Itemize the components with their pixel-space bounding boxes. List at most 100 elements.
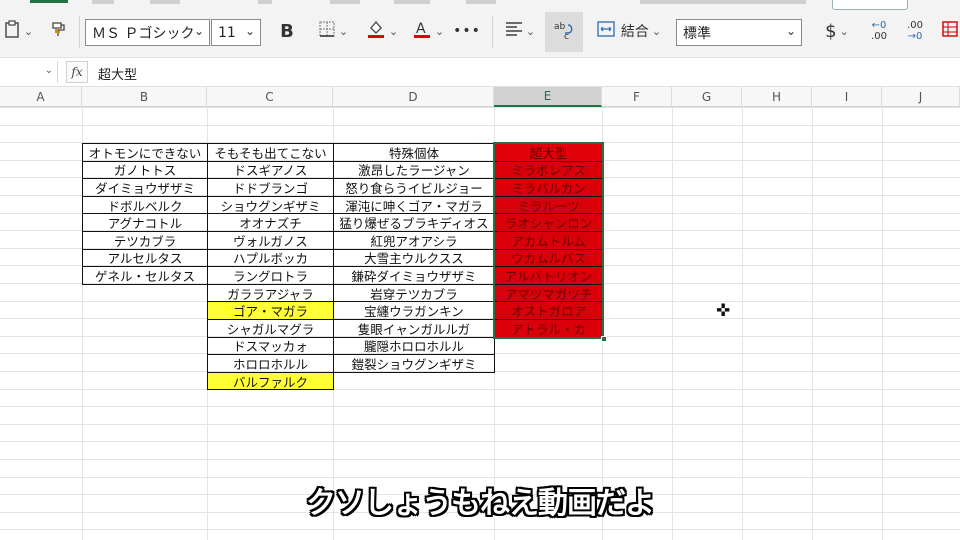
chevron-down-icon[interactable]: ⌄ <box>786 24 796 38</box>
table-cell[interactable]: ウカムルバス <box>494 248 603 268</box>
table-cell[interactable]: ドスギアノス <box>207 160 334 180</box>
column-header-a[interactable]: A <box>0 87 82 107</box>
chevron-down-icon[interactable]: ⌄ <box>840 25 849 38</box>
header-cell-d[interactable]: 特殊個体 <box>333 143 495 162</box>
table-cell[interactable]: 大雪主ウルクスス <box>333 248 495 268</box>
table-cell[interactable]: 激昂したラージャン <box>333 160 495 180</box>
borders-button[interactable]: ⌄ <box>312 14 354 48</box>
chevron-down-icon[interactable]: ⌄ <box>435 25 444 38</box>
table-cell[interactable]: ミラボレアス <box>494 160 603 180</box>
table-cell[interactable]: 鎧裂ショウグンギザミ <box>333 354 495 373</box>
fill-color-button[interactable]: ⌄ <box>362 14 402 48</box>
column-header-h[interactable]: H <box>742 87 812 107</box>
chevron-down-icon[interactable]: ⌄ <box>24 25 33 38</box>
table-cell[interactable]: アトラル・カ <box>494 319 603 338</box>
header-cell-b[interactable]: オトモンにできない <box>82 143 208 162</box>
table-cell[interactable]: ショウグンギザミ <box>207 195 334 215</box>
font-size-select[interactable]: 11 ⌄ <box>211 19 261 46</box>
top-green-button[interactable] <box>832 0 908 10</box>
paste-button[interactable]: ⌄ <box>0 14 38 48</box>
table-cell[interactable]: ドスマッカォ <box>207 336 334 356</box>
row-gridline <box>0 125 960 126</box>
wrap-text-icon: ab c <box>553 19 575 45</box>
table-cell[interactable]: アグナコトル <box>82 213 208 232</box>
currency-button[interactable]: $ ⌄ <box>816 14 858 48</box>
column-header-d[interactable]: D <box>333 87 494 107</box>
table-cell[interactable]: 岩穿テツカブラ <box>333 283 495 303</box>
table-cell[interactable]: ドボルベルク <box>82 195 208 215</box>
table-cell[interactable]: 宝纏ウラガンキン <box>333 301 495 320</box>
merge-button[interactable]: 結合 ⌄ <box>590 14 668 48</box>
table-cell[interactable]: ゴア・マガラ <box>207 301 334 320</box>
formula-input[interactable]: 超大型 <box>98 64 137 83</box>
table-cell[interactable]: 怒り食らうイビルジョー <box>333 178 495 197</box>
tab-ghost <box>150 0 180 4</box>
header-cell-c[interactable]: そもそも出てこない <box>207 143 334 162</box>
table-cell[interactable]: シャガルマグラ <box>207 319 334 338</box>
table-cell[interactable]: ドドブランゴ <box>207 178 334 197</box>
column-header-j[interactable]: J <box>882 87 960 107</box>
font-color-button[interactable]: A ⌄ <box>408 14 448 48</box>
font-name-select[interactable]: ＭＳ Ｐゴシック ⌄ <box>85 19 210 46</box>
table-cell[interactable]: ガノトトス <box>82 160 208 180</box>
column-header-f[interactable]: F <box>602 87 672 107</box>
merge-label: 結合 <box>620 24 649 40</box>
table-cell[interactable]: ガララアジャラ <box>207 283 334 303</box>
increase-decimal-button[interactable]: ←0 .00 <box>864 14 894 48</box>
table-cell[interactable]: バルファルク <box>207 371 334 391</box>
active-tab-indicator <box>30 0 68 3</box>
table-cell[interactable]: 猛り爆ぜるブラキディオス <box>333 213 495 232</box>
table-cell[interactable]: ヴォルガノス <box>207 231 334 250</box>
chevron-down-icon[interactable]: ⌄ <box>194 24 204 38</box>
increase-decimal-icon: ←0 <box>871 20 887 31</box>
wrap-text-button[interactable]: ab c <box>545 12 583 52</box>
table-cell[interactable]: 朧隠ホロロホルル <box>333 336 495 356</box>
chevron-down-icon[interactable]: ⌄ <box>339 25 348 38</box>
table-cell[interactable]: ダイミョウザザミ <box>82 178 208 197</box>
header-cell-e[interactable]: 超大型 <box>494 143 603 162</box>
currency-icon: $ <box>825 20 837 42</box>
tab-ghost <box>92 0 114 4</box>
table-cell[interactable]: オストガロア <box>494 301 603 320</box>
table-cell[interactable]: ハプルボッカ <box>207 248 334 268</box>
svg-text:ab: ab <box>554 22 566 32</box>
column-header-e[interactable]: E <box>494 87 602 107</box>
table-cell[interactable]: ホロロホルル <box>207 354 334 373</box>
table-cell[interactable]: ラオシャンロン <box>494 213 603 232</box>
table-cell[interactable]: オオナズチ <box>207 213 334 232</box>
column-header-i[interactable]: I <box>812 87 882 107</box>
decrease-decimal-button[interactable]: .00 →0 <box>900 14 930 48</box>
column-header-c[interactable]: C <box>207 87 333 107</box>
chevron-down-icon[interactable]: ⌄ <box>45 65 53 76</box>
column-header-g[interactable]: G <box>672 87 742 107</box>
bold-button[interactable]: B <box>272 14 302 48</box>
chevron-down-icon[interactable]: ⌄ <box>526 25 535 38</box>
svg-text:A: A <box>416 21 426 37</box>
table-format-button[interactable] <box>940 14 960 48</box>
insert-function-button[interactable]: fx <box>66 61 88 83</box>
font-name-value: ＭＳ Ｐゴシック <box>92 25 195 42</box>
borders-icon <box>318 20 336 42</box>
table-cell[interactable]: アカムトルム <box>494 231 603 250</box>
chevron-down-icon[interactable]: ⌄ <box>389 25 398 38</box>
table-cell[interactable]: アルバトリオン <box>494 266 603 285</box>
table-cell[interactable]: アルセルタス <box>82 248 208 268</box>
table-cell[interactable]: テツカブラ <box>82 231 208 250</box>
column-header-b[interactable]: B <box>82 87 207 107</box>
table-cell[interactable]: ゲネル・セルタス <box>82 266 208 285</box>
chevron-down-icon[interactable]: ⌄ <box>245 24 255 38</box>
table-cell[interactable]: 紅兜アオアシラ <box>333 231 495 250</box>
table-cell[interactable]: ミラバルカン <box>494 178 603 197</box>
table-cell[interactable]: 渾沌に呻くゴア・マガラ <box>333 195 495 215</box>
table-cell[interactable]: 隻眼イャンガルルガ <box>333 319 495 338</box>
name-box[interactable]: ⌄ <box>0 61 58 83</box>
table-cell[interactable]: ラングロトラ <box>207 266 334 285</box>
table-cell[interactable]: 鎌砕ダイミョウザザミ <box>333 266 495 285</box>
format-painter-button[interactable] <box>44 14 74 48</box>
more-options-button[interactable]: ••• <box>452 14 482 48</box>
table-cell[interactable]: アマツマガツチ <box>494 283 603 303</box>
chevron-down-icon[interactable]: ⌄ <box>652 25 661 38</box>
table-cell[interactable]: ミラルーツ <box>494 195 603 215</box>
align-button[interactable]: ⌄ <box>500 14 540 48</box>
number-format-select[interactable]: 標準 ⌄ <box>676 19 802 46</box>
